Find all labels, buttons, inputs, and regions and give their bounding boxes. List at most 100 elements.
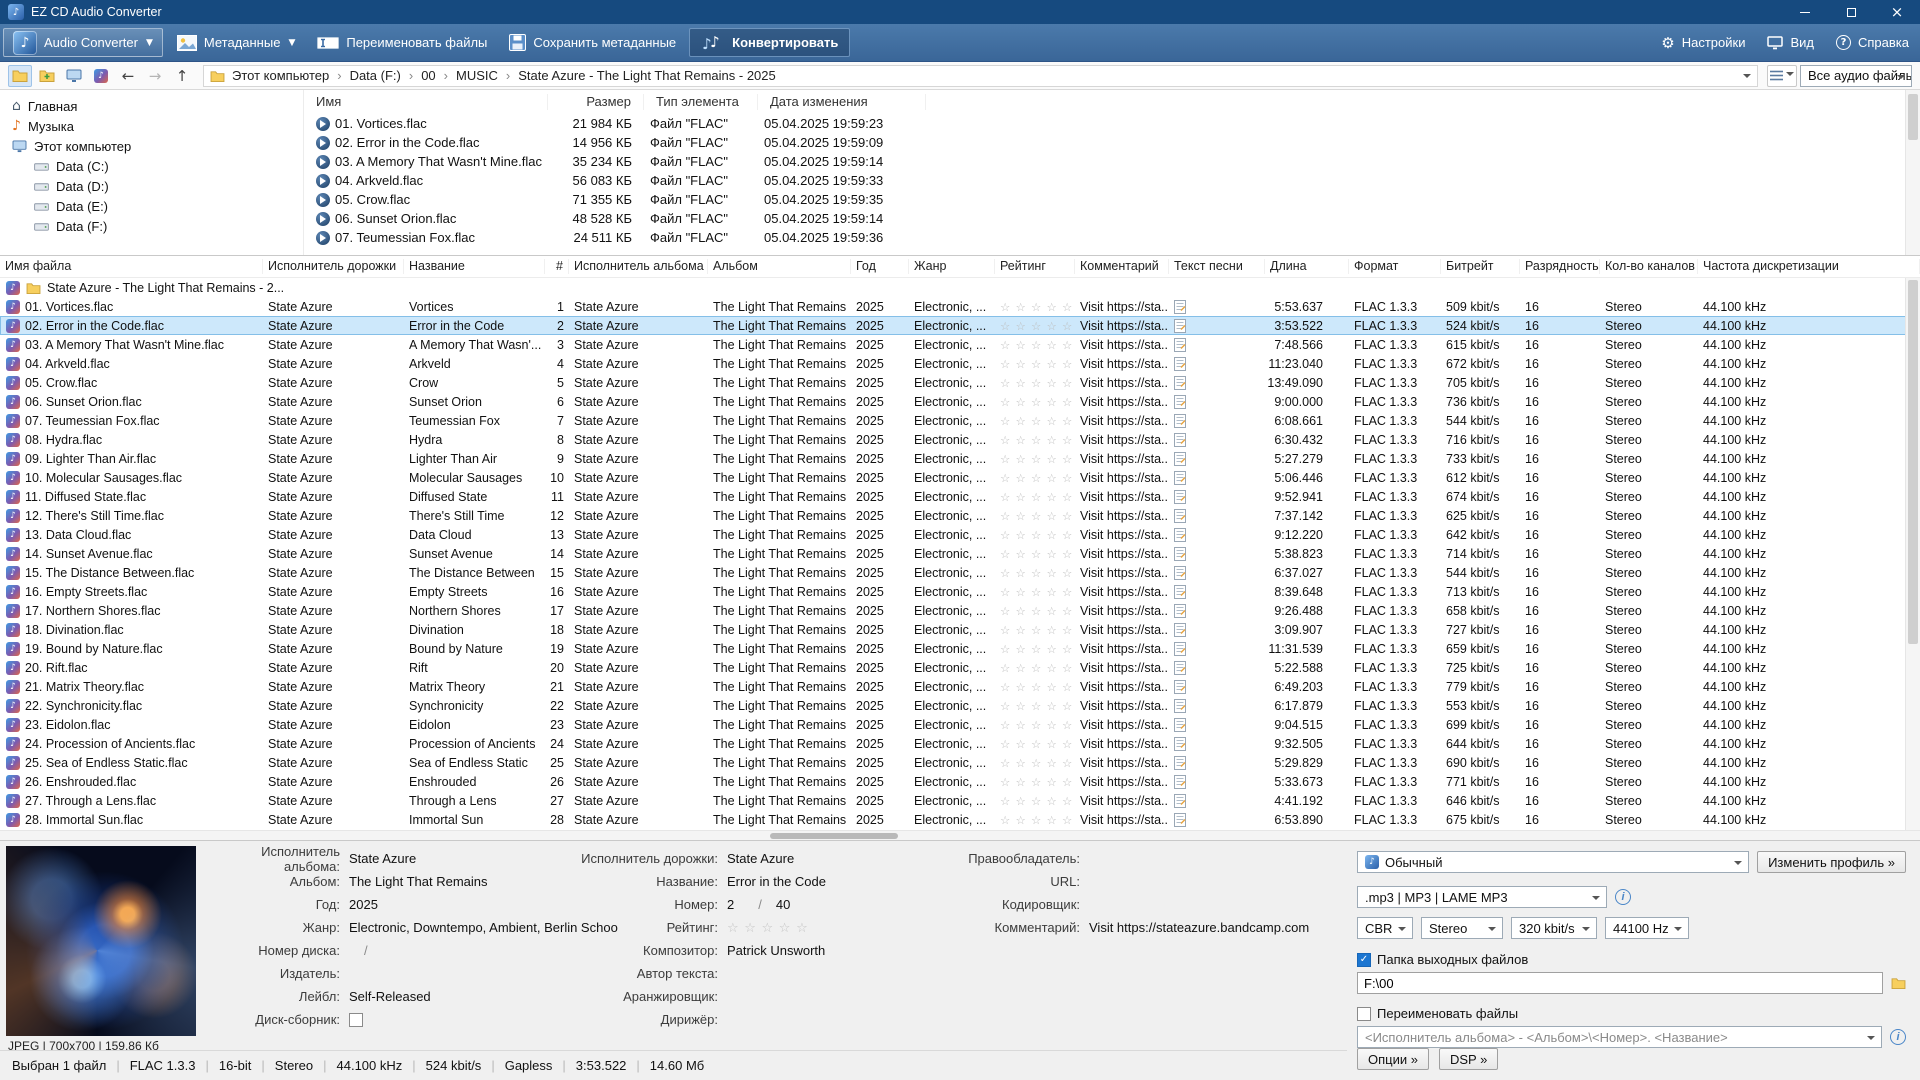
breadcrumb-item[interactable]: Data (F:)	[329, 68, 401, 83]
table-row[interactable]: ♪20. Rift.flac State Azure Rift 20 State…	[0, 658, 1920, 677]
track-artist-field[interactable]: State Azure	[727, 851, 794, 866]
info-icon[interactable]: i	[1615, 889, 1631, 905]
table-row[interactable]: ♪21. Matrix Theory.flac State Azure Matr…	[0, 677, 1920, 696]
table-row[interactable]: ♪22. Synchronicity.flac State Azure Sync…	[0, 696, 1920, 715]
scrollbar-thumb[interactable]	[1908, 94, 1918, 140]
view-mode-button[interactable]	[1767, 65, 1797, 87]
cell-lyrics[interactable]	[1169, 414, 1265, 428]
col-format[interactable]: Формат	[1349, 259, 1441, 274]
table-row[interactable]: ♪04. Arkveld.flac State Azure Arkveld 4 …	[0, 354, 1920, 373]
back-button[interactable]: ←	[116, 65, 140, 87]
cell-lyrics[interactable]	[1169, 642, 1265, 656]
file-row[interactable]: 06. Sunset Orion.flac 48 528 КБ Файл "FL…	[304, 209, 1920, 228]
cell-lyrics[interactable]	[1169, 433, 1265, 447]
audio-file-view-button[interactable]: ♪	[89, 65, 113, 87]
output-folder-input[interactable]	[1357, 972, 1883, 994]
cell-lyrics[interactable]	[1169, 718, 1265, 732]
table-row[interactable]: ♪18. Divination.flac State Azure Divinat…	[0, 620, 1920, 639]
scrollbar-thumb[interactable]	[770, 833, 898, 839]
cell-lyrics[interactable]	[1169, 585, 1265, 599]
col-bitrate[interactable]: Битрейт	[1441, 259, 1520, 274]
save-metadata-button[interactable]: Сохранить метаданные	[498, 24, 687, 61]
track-total-field[interactable]: 40	[776, 897, 790, 912]
table-row[interactable]: ♪27. Through a Lens.flac State Azure Thr…	[0, 791, 1920, 810]
format-select[interactable]: .mp3 | MP3 | LAME MP3	[1357, 886, 1607, 908]
album-art[interactable]	[6, 846, 196, 1036]
convert-button[interactable]: ♪♪ Конвертировать	[689, 28, 850, 57]
cell-lyrics[interactable]	[1169, 338, 1265, 352]
table-row[interactable]: ♪06. Sunset Orion.flac State Azure Sunse…	[0, 392, 1920, 411]
table-row[interactable]: ♪19. Bound by Nature.flac State Azure Bo…	[0, 639, 1920, 658]
file-row[interactable]: 05. Crow.flac 71 355 КБ Файл "FLAC" 05.0…	[304, 190, 1920, 209]
col-samplerate[interactable]: Частота дискретизации	[1698, 259, 1920, 274]
help-button[interactable]: ? Справка	[1825, 24, 1920, 61]
breadcrumb-item[interactable]: Этот компьютер	[232, 68, 329, 83]
cell-lyrics[interactable]	[1169, 661, 1265, 675]
pattern-info-icon[interactable]: i	[1890, 1029, 1906, 1045]
rating-stars[interactable]: ☆ ☆ ☆ ☆ ☆	[995, 547, 1075, 561]
breadcrumb-item[interactable]: State Azure - The Light That Remains - 2…	[498, 68, 776, 83]
table-row[interactable]: ♪16. Empty Streets.flac State Azure Empt…	[0, 582, 1920, 601]
cell-lyrics[interactable]	[1169, 680, 1265, 694]
close-button[interactable]: ×	[1874, 0, 1920, 24]
options-button[interactable]: Опции »	[1357, 1048, 1429, 1070]
breadcrumb-item[interactable]: MUSIC	[436, 68, 498, 83]
album-artist-field[interactable]: State Azure	[349, 851, 416, 866]
rating-stars[interactable]: ☆ ☆ ☆ ☆ ☆	[995, 395, 1075, 409]
table-row[interactable]: ♪23. Eidolon.flac State Azure Eidolon 23…	[0, 715, 1920, 734]
cell-lyrics[interactable]	[1169, 813, 1265, 827]
channels-select[interactable]: Stereo	[1421, 917, 1503, 939]
breadcrumb[interactable]: Этот компьютерData (F:)00MUSICState Azur…	[203, 65, 1758, 87]
forward-button[interactable]: →	[143, 65, 167, 87]
col-title[interactable]: Название	[404, 259, 545, 274]
up-button[interactable]: ↑	[170, 65, 194, 87]
edit-profile-button[interactable]: Изменить профиль »	[1757, 851, 1906, 873]
settings-button[interactable]: ⚙ Настройки	[1650, 24, 1756, 61]
title-field[interactable]: Error in the Code	[727, 874, 826, 889]
table-row[interactable]: ♪03. A Memory That Wasn't Mine.flac Stat…	[0, 335, 1920, 354]
file-filter-select[interactable]: Все аудио файлы	[1800, 65, 1912, 87]
file-row[interactable]: 01. Vortices.flac 21 984 КБ Файл "FLAC" …	[304, 114, 1920, 133]
rating-stars[interactable]: ☆ ☆ ☆ ☆ ☆	[995, 756, 1075, 770]
rating-stars[interactable]: ☆ ☆ ☆ ☆ ☆	[995, 433, 1075, 447]
rating-stars[interactable]: ☆ ☆ ☆ ☆ ☆	[995, 794, 1075, 808]
sidebar-item-drive-c[interactable]: Data (C:)	[0, 156, 303, 176]
cell-lyrics[interactable]	[1169, 566, 1265, 580]
minimize-button[interactable]	[1782, 0, 1828, 24]
display-view-button[interactable]	[62, 65, 86, 87]
compilation-checkbox[interactable]	[349, 1013, 363, 1027]
cell-lyrics[interactable]	[1169, 395, 1265, 409]
col-track-artist[interactable]: Исполнитель дорожки	[263, 259, 404, 274]
table-row[interactable]: ♪28. Immortal Sun.flac State Azure Immor…	[0, 810, 1920, 829]
audio-converter-menu-button[interactable]: ♪ Audio Converter ▼	[3, 28, 163, 57]
breadcrumb-item[interactable]: 00	[401, 68, 436, 83]
rating-stars[interactable]: ☆ ☆ ☆ ☆ ☆	[995, 528, 1075, 542]
cell-lyrics[interactable]	[1169, 509, 1265, 523]
sidebar-item-this-computer[interactable]: Этот компьютер	[0, 136, 303, 156]
rating-stars[interactable]: ☆ ☆ ☆ ☆ ☆	[995, 604, 1075, 618]
rating-stars[interactable]: ☆ ☆ ☆ ☆ ☆	[995, 566, 1075, 580]
rating-stars[interactable]: ☆ ☆ ☆ ☆ ☆	[995, 338, 1075, 352]
cell-lyrics[interactable]	[1169, 376, 1265, 390]
cell-lyrics[interactable]	[1169, 528, 1265, 542]
view-button[interactable]: Вид	[1756, 24, 1825, 61]
cell-lyrics[interactable]	[1169, 300, 1265, 314]
rating-stars[interactable]: ☆ ☆ ☆ ☆ ☆	[995, 585, 1075, 599]
col-year[interactable]: Год	[851, 259, 909, 274]
browser-pane-button[interactable]	[8, 65, 32, 87]
col-rating[interactable]: Рейтинг	[995, 259, 1075, 274]
rating-stars[interactable]: ☆ ☆ ☆ ☆ ☆	[995, 414, 1075, 428]
col-size[interactable]: Размер	[548, 94, 644, 110]
label-field[interactable]: Self-Released	[349, 989, 431, 1004]
bitrate-select[interactable]: 320 kbit/s	[1511, 917, 1597, 939]
rename-pattern-select[interactable]: <Исполнитель альбома> - <Альбом>\<Номер>…	[1357, 1026, 1882, 1048]
year-field[interactable]: 2025	[349, 897, 378, 912]
col-album-artist[interactable]: Исполнитель альбома	[569, 259, 708, 274]
col-bitdepth[interactable]: Разрядность	[1520, 259, 1600, 274]
table-row[interactable]: ♪09. Lighter Than Air.flac State Azure L…	[0, 449, 1920, 468]
file-row[interactable]: 04. Arkveld.flac 56 083 КБ Файл "FLAC" 0…	[304, 171, 1920, 190]
sidebar-item-drive-f[interactable]: Data (F:)	[0, 216, 303, 236]
rating-stars[interactable]: ☆ ☆ ☆ ☆ ☆	[995, 623, 1075, 637]
sidebar-item-drive-e[interactable]: Data (E:)	[0, 196, 303, 216]
explorer-vscrollbar[interactable]	[1905, 90, 1920, 255]
